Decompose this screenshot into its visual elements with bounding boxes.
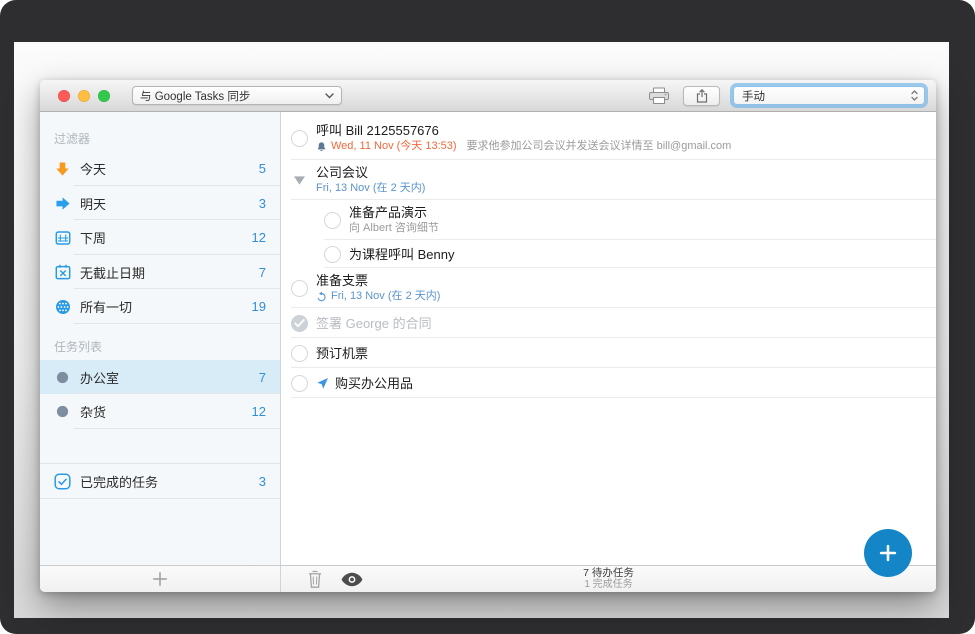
task-checkbox-checked[interactable] (291, 315, 308, 332)
done-count: 1 完成任务 (281, 579, 936, 591)
zoom-traffic-light[interactable] (98, 90, 110, 102)
device-frame: 与 Google Tasks 同步 (0, 0, 975, 634)
minimize-traffic-light[interactable] (78, 90, 90, 102)
sync-dropdown[interactable]: 与 Google Tasks 同步 (132, 86, 342, 105)
list-dot-icon (54, 369, 71, 386)
sidebar-item-completed-tasks[interactable]: 已完成的任务 3 (40, 464, 280, 499)
count-badge: 5 (259, 161, 266, 176)
app-window: 与 Google Tasks 同步 (40, 80, 936, 592)
check-icon (294, 319, 305, 328)
add-list-button[interactable] (40, 566, 281, 592)
sidebar-item-tomorrow[interactable]: 明天 3 (40, 186, 280, 220)
task-checkbox[interactable] (291, 280, 308, 297)
chevron-down-icon (325, 93, 334, 99)
task-lists-header: 任务列表 (40, 324, 280, 360)
pending-count: 7 待办任务 (281, 567, 936, 579)
trash-icon[interactable] (307, 570, 323, 589)
count-badge: 7 (259, 370, 266, 385)
sync-mode-select[interactable]: 手动 (733, 86, 925, 105)
task-checkbox[interactable] (324, 212, 341, 229)
task-row-prepare-checks[interactable]: 准备支票 Fri, 13 Nov (在 2 天内) (281, 268, 936, 308)
task-checkbox[interactable] (291, 130, 308, 147)
checkbox-check-icon (54, 473, 71, 490)
arrow-right-icon (54, 195, 71, 212)
task-row-company-meeting[interactable]: 公司会议 Fri, 13 Nov (在 2 天内) (281, 160, 936, 200)
calendar-x-icon (54, 264, 71, 281)
print-icon[interactable] (648, 87, 670, 105)
count-badge: 7 (259, 265, 266, 280)
task-checkbox[interactable] (291, 375, 308, 392)
eye-icon[interactable] (341, 572, 363, 587)
globe-icon (54, 298, 71, 315)
list-dot-icon (54, 403, 71, 420)
sidebar-item-everything[interactable]: 所有一切 19 (40, 289, 280, 324)
sidebar: 过滤器 今天 5 明天 3 (40, 112, 281, 565)
desktop-background: 与 Google Tasks 同步 (14, 42, 949, 618)
subtask-row-call-benny[interactable]: 为课程呼叫 Benny (281, 240, 936, 268)
task-checkbox[interactable] (324, 246, 341, 263)
share-button[interactable] (683, 86, 720, 106)
count-badge: 3 (259, 196, 266, 211)
sidebar-item-today[interactable]: 今天 5 (40, 151, 280, 186)
filters-header: 过滤器 (40, 112, 280, 151)
count-badge: 19 (252, 299, 266, 314)
share-icon (696, 89, 708, 103)
location-arrow-icon (316, 377, 329, 390)
reminder-date: Wed, 11 Nov (今天 13:53) (331, 139, 457, 154)
bell-icon (316, 141, 327, 153)
status-summary: 7 待办任务 1 完成任务 (281, 567, 936, 591)
subtask-row-prepare-demo[interactable]: 准备产品演示 向 Albert 咨询细节 (281, 200, 936, 240)
sidebar-item-groceries-list[interactable]: 杂货 12 (40, 394, 280, 429)
task-row-sign-contract-completed[interactable]: 签署 George 的合同 (281, 308, 936, 338)
task-note: 向 Albert 咨询细节 (349, 221, 439, 236)
task-checkbox[interactable] (291, 345, 308, 362)
sidebar-spacer (40, 429, 280, 464)
plus-icon (151, 570, 169, 588)
due-date: Fri, 13 Nov (在 2 天内) (331, 289, 440, 304)
task-row-buy-supplies[interactable]: 购买办公用品 (281, 368, 936, 398)
due-date: Fri, 13 Nov (在 2 天内) (316, 181, 425, 196)
plus-icon (877, 542, 899, 564)
task-note: 要求他参加公司会议并发送会议详情至 bill@gmail.com (467, 139, 732, 154)
sidebar-item-no-due-date[interactable]: 无截止日期 7 (40, 255, 280, 289)
count-badge: 3 (259, 474, 266, 489)
disclosure-triangle-icon[interactable] (291, 172, 308, 189)
titlebar: 与 Google Tasks 同步 (40, 80, 936, 112)
sidebar-item-office-list[interactable]: 办公室 7 (40, 360, 280, 394)
count-badge: 12 (252, 404, 266, 419)
repeat-icon (316, 291, 327, 303)
count-badge: 12 (252, 230, 266, 245)
close-traffic-light[interactable] (58, 90, 70, 102)
task-row-book-tickets[interactable]: 预订机票 (281, 338, 936, 368)
task-row-call-bill[interactable]: 呼叫 Bill 2125557676 Wed, 11 Nov (今天 13:53… (281, 116, 936, 160)
task-list: 呼叫 Bill 2125557676 Wed, 11 Nov (今天 13:53… (281, 112, 936, 565)
sync-mode-value: 手动 (742, 88, 909, 104)
sidebar-item-next-week[interactable]: 下周 12 (40, 220, 280, 255)
calendar-icon (54, 229, 71, 246)
stepper-icon (909, 89, 920, 102)
bottom-toolbar: 7 待办任务 1 完成任务 (40, 565, 936, 592)
arrow-down-icon (54, 160, 71, 177)
add-task-fab[interactable] (864, 529, 912, 577)
sync-dropdown-label: 与 Google Tasks 同步 (140, 88, 325, 104)
